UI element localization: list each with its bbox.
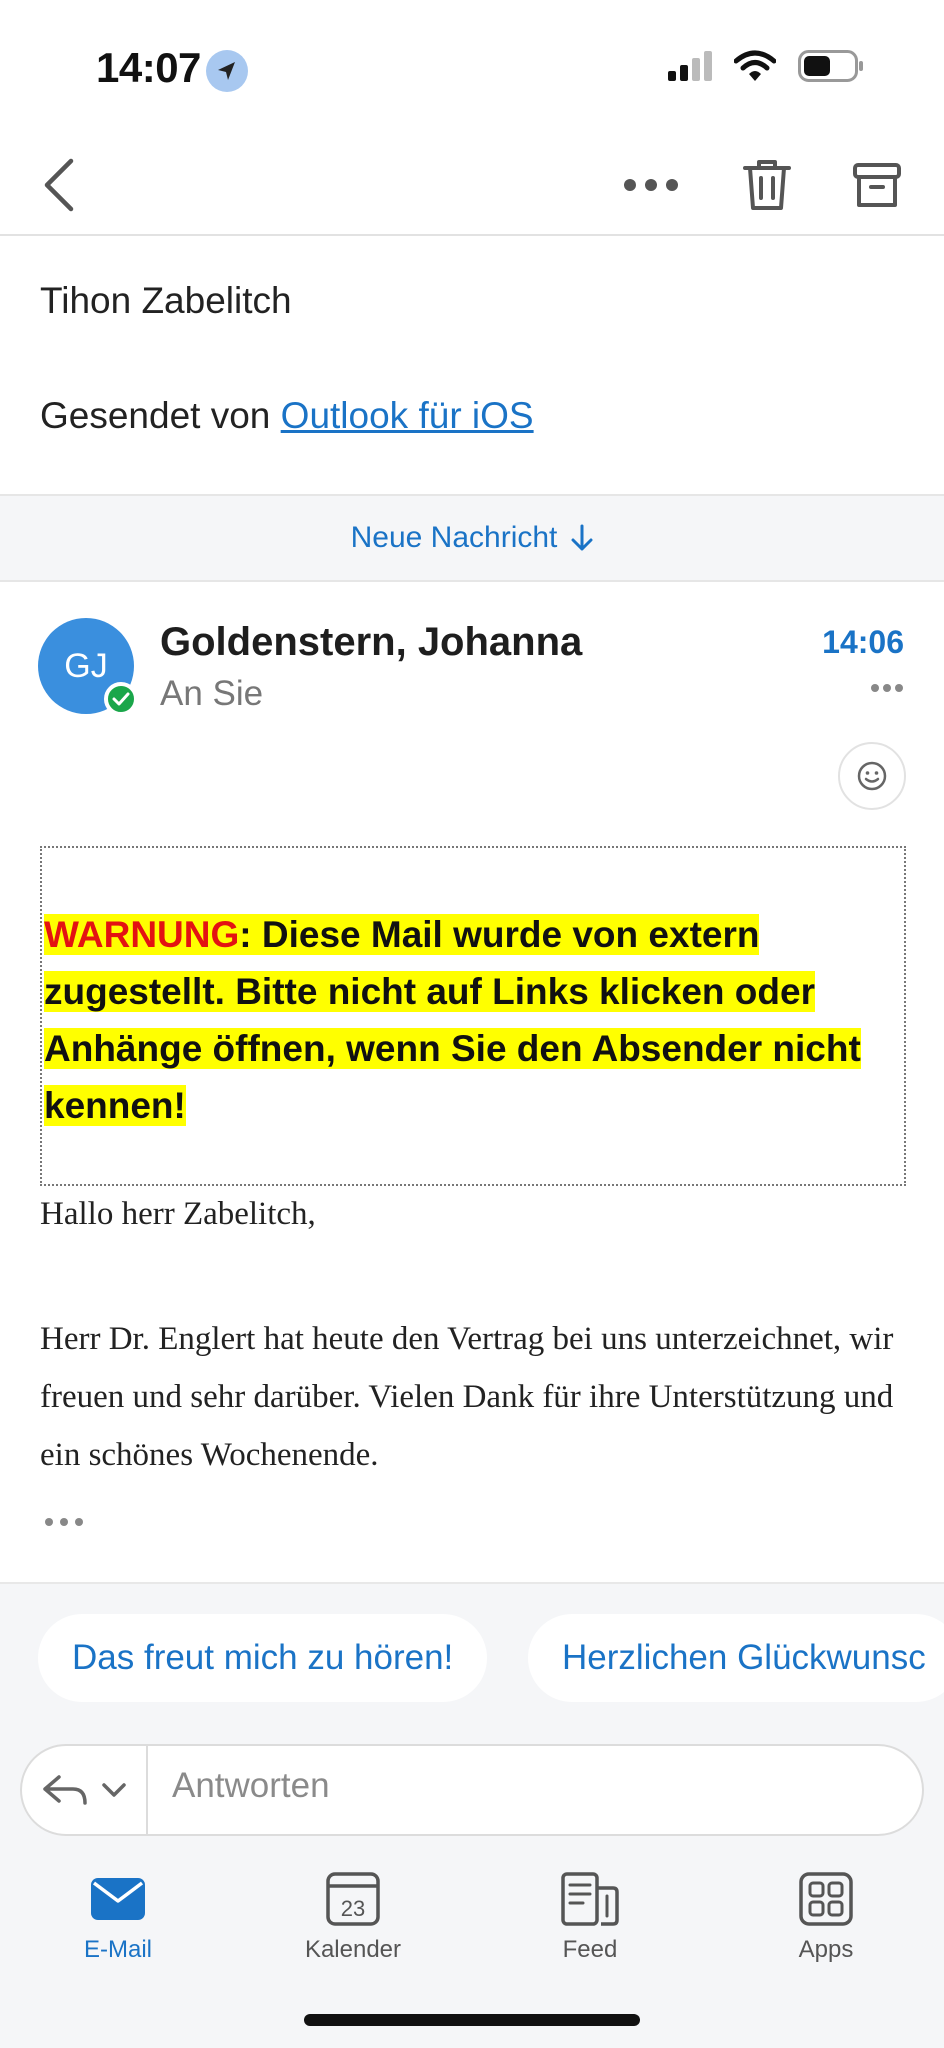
feed-icon	[561, 1870, 619, 1928]
tab-calendar[interactable]: 23 Kalender	[273, 1870, 433, 1964]
message-time: 14:06	[822, 624, 904, 660]
previous-sender-name: Tihon Zabelitch	[40, 280, 292, 321]
mail-icon	[90, 1870, 146, 1928]
smiley-icon	[856, 760, 888, 792]
message-header: GJ Goldenstern, Johanna An Sie 14:06	[0, 584, 944, 814]
new-message-label: Neue Nachricht	[350, 521, 558, 554]
new-message-banner[interactable]: Neue Nachricht	[0, 494, 944, 582]
more-options-icon[interactable]	[616, 150, 686, 220]
chevron-down-icon	[101, 1782, 127, 1798]
show-more-icon[interactable]	[44, 1514, 84, 1532]
message-toolbar	[0, 130, 944, 236]
message-body: Herr Dr. Englert hat heute den Vertrag b…	[40, 1321, 894, 1473]
home-indicator	[304, 2014, 640, 2026]
arrow-down-icon	[571, 524, 593, 552]
reply-type-button[interactable]	[22, 1746, 148, 1834]
reply-arrow-icon	[41, 1773, 89, 1807]
calendar-day-number: 23	[341, 1896, 365, 1921]
archive-icon[interactable]	[842, 150, 912, 220]
sent-from-prefix: Gesendet von	[40, 395, 271, 436]
message-greeting: Hallo herr Zabelitch,	[40, 1196, 316, 1232]
external-warning-box: WARNUNG: Diese Mail wurde von extern zug…	[40, 846, 906, 1186]
trash-icon[interactable]	[732, 150, 802, 220]
tab-label: E-Mail	[83, 1936, 152, 1963]
tab-feed[interactable]: Feed	[510, 1870, 670, 1964]
apps-icon	[799, 1870, 853, 1928]
sent-from-line: Gesendet von Outlook für iOS	[40, 395, 534, 437]
outlook-ios-link[interactable]: Outlook für iOS	[281, 395, 534, 436]
reply-input[interactable]: Antworten	[172, 1766, 330, 1806]
presence-check-icon	[104, 682, 138, 716]
back-chevron-icon[interactable]	[24, 150, 94, 220]
calendar-icon: 23	[326, 1870, 380, 1928]
status-indicators	[668, 50, 864, 87]
tab-apps[interactable]: Apps	[746, 1870, 906, 1964]
cellular-signal-icon	[668, 51, 712, 86]
battery-icon	[798, 50, 864, 87]
reply-area: Antworten	[0, 1730, 944, 1850]
warning-label: WARNUNG	[44, 914, 240, 955]
sender-name[interactable]: Goldenstern, Johanna	[160, 620, 582, 665]
wifi-icon	[733, 50, 777, 87]
tab-label: Feed	[562, 1936, 618, 1963]
tab-label: Kalender	[304, 1936, 402, 1963]
suggested-reply-chip[interactable]: Herzlichen Glückwunsc	[528, 1614, 944, 1702]
suggested-reply-chip[interactable]: Das freut mich zu hören!	[38, 1614, 488, 1702]
recipient-label[interactable]: An Sie	[160, 674, 263, 714]
previous-message: Tihon Zabelitch Gesendet von Outlook für…	[0, 238, 944, 494]
status-bar: 14:07	[0, 0, 944, 130]
add-reaction-button[interactable]	[838, 742, 906, 810]
message-more-icon[interactable]	[870, 680, 904, 698]
tab-label: Apps	[798, 1936, 854, 1963]
reply-field[interactable]: Antworten	[20, 1744, 924, 1836]
status-time: 14:07	[96, 44, 201, 91]
suggested-replies: Das freut mich zu hören! Herzlichen Glüc…	[0, 1582, 944, 1730]
external-warning-text: WARNUNG: Diese Mail wurde von extern zug…	[44, 906, 904, 1134]
location-arrow-icon	[206, 50, 248, 92]
tab-email[interactable]: E-Mail	[38, 1870, 198, 1964]
